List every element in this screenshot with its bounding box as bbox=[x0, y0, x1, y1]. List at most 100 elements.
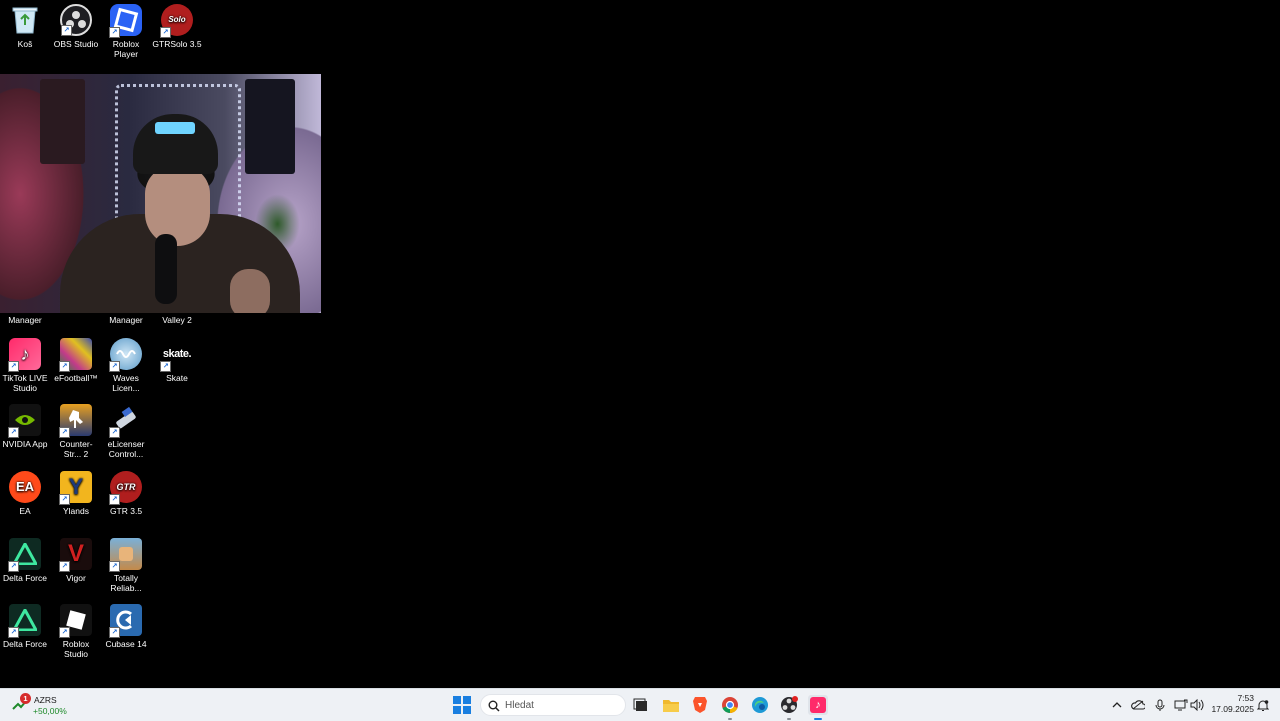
desktop-icon-label: Manager bbox=[8, 315, 42, 325]
desktop-icon-efootball[interactable]: ↗ eFootball™ bbox=[51, 334, 101, 383]
network-icon[interactable] bbox=[1174, 698, 1188, 712]
desktop-icon-ylands[interactable]: Y ↗ Ylands bbox=[51, 467, 101, 516]
acoustic-panel-right bbox=[245, 79, 295, 174]
nvidia-app-icon: ↗ bbox=[8, 404, 41, 438]
desktop-icon-label: Delta Force bbox=[3, 639, 47, 649]
ylands-icon: Y ↗ bbox=[59, 471, 92, 505]
windows-logo-icon bbox=[453, 696, 461, 704]
obs-taskbar-button[interactable] bbox=[779, 695, 799, 720]
desktop-icon-vigor[interactable]: V ↗ Vigor bbox=[51, 534, 101, 583]
shortcut-arrow-icon: ↗ bbox=[109, 494, 120, 505]
ea-icon: EA bbox=[9, 471, 41, 503]
tiktok-live-studio-icon: ♪ ↗ bbox=[8, 338, 41, 372]
vigor-logo-text: V bbox=[67, 540, 84, 567]
notification-bell-icon[interactable] bbox=[1256, 698, 1270, 712]
stock-symbol: AZRS bbox=[34, 695, 57, 705]
shortcut-arrow-icon: ↗ bbox=[8, 361, 19, 372]
acoustic-panel-left bbox=[40, 79, 85, 164]
gtr-logo-text: GTR bbox=[116, 482, 136, 492]
desktop-icon-gtrsolo[interactable]: Solo ↗ GTRSolo 3.5 bbox=[152, 0, 202, 49]
desktop-icon-partial[interactable]: Manager bbox=[0, 315, 50, 325]
desktop-icon-cubase[interactable]: ↗ Cubase 14 bbox=[101, 600, 151, 649]
shortcut-arrow-icon: ↗ bbox=[109, 427, 120, 438]
clock-time: 7:53 bbox=[1237, 693, 1254, 703]
skate-icon: skate. ↗ bbox=[160, 338, 193, 372]
desktop-icon-delta-force[interactable]: ↗ Delta Force bbox=[0, 534, 50, 583]
vigor-icon: V ↗ bbox=[59, 538, 92, 572]
shortcut-arrow-icon: ↗ bbox=[109, 27, 120, 38]
volume-icon[interactable] bbox=[1190, 698, 1204, 712]
windows-logo-icon bbox=[463, 696, 471, 704]
desktop-icon-label: NVIDIA App bbox=[2, 439, 48, 449]
desktop-icon-gtr[interactable]: GTR ↗ GTR 3.5 bbox=[101, 467, 151, 516]
microphone bbox=[155, 234, 177, 304]
desktop-icon-nvidia-app[interactable]: ↗ NVIDIA App bbox=[0, 400, 50, 449]
desktop-icon-counter-strike[interactable]: ↗ Counter-Str... 2 bbox=[51, 400, 101, 459]
counter-strike-icon: ↗ bbox=[59, 404, 92, 438]
desktop-icon-elicenser[interactable]: ↗ eLicenser Control... bbox=[101, 400, 151, 459]
start-button[interactable] bbox=[453, 696, 471, 714]
person-hand bbox=[230, 269, 270, 313]
efootball-icon: ↗ bbox=[59, 338, 92, 372]
delta-force-icon: ↗ bbox=[8, 538, 41, 572]
desktop-icon-label: Skate bbox=[166, 373, 188, 383]
shortcut-arrow-icon: ↗ bbox=[8, 627, 19, 638]
desktop-icon-waves-license[interactable]: ↗ Waves Licen... bbox=[101, 334, 151, 393]
desktop-icon-label: eFootball™ bbox=[54, 373, 98, 383]
desktop-icon-label: Koš bbox=[17, 39, 33, 49]
waves-license-icon: ↗ bbox=[109, 338, 142, 372]
shortcut-arrow-icon: ↗ bbox=[59, 361, 70, 372]
file-explorer-button[interactable] bbox=[661, 695, 681, 715]
taskbar: 1 AZRS +50,00% Hledat ♪ 7:53 17.09.2025 bbox=[0, 688, 1280, 721]
cap-logo bbox=[155, 122, 195, 134]
chrome-icon bbox=[722, 697, 738, 714]
windows-logo-icon bbox=[463, 706, 471, 714]
desktop-icon-partial[interactable]: Valley 2 bbox=[152, 315, 202, 325]
desktop-icon-obs-studio[interactable]: ↗ OBS Studio bbox=[51, 0, 101, 49]
desktop-icon-delta-force-2[interactable]: ↗ Delta Force bbox=[0, 600, 50, 649]
desktop-icon-label: Waves Licen... bbox=[112, 373, 140, 393]
shortcut-arrow-icon: ↗ bbox=[61, 25, 72, 36]
desktop-icon-label: OBS Studio bbox=[53, 39, 99, 49]
shortcut-arrow-icon: ↗ bbox=[8, 561, 19, 572]
desktop-icon-totally-reliable[interactable]: ↗ Totally Reliab... bbox=[101, 534, 151, 593]
stock-change: +50,00% bbox=[33, 706, 67, 716]
shortcut-arrow-icon: ↗ bbox=[109, 561, 120, 572]
desktop-icon-label: Manager bbox=[109, 315, 143, 325]
roblox-player-icon: ↗ bbox=[109, 4, 142, 38]
desktop-icon-label: Counter-Str... 2 bbox=[59, 439, 93, 459]
microphone-icon[interactable] bbox=[1153, 698, 1167, 712]
skate-logo-text: skate. bbox=[162, 348, 192, 360]
brave-button[interactable] bbox=[690, 695, 710, 715]
taskbar-clock[interactable]: 7:53 17.09.2025 bbox=[1208, 693, 1254, 715]
chevron-up-icon[interactable] bbox=[1110, 698, 1124, 712]
file-explorer-icon bbox=[663, 699, 679, 712]
edge-button[interactable] bbox=[750, 695, 770, 715]
desktop-icon-skate[interactable]: skate. ↗ Skate bbox=[152, 334, 202, 383]
chrome-button[interactable] bbox=[720, 695, 740, 720]
person-face bbox=[145, 166, 210, 246]
tiktok-icon: ♪ bbox=[810, 697, 826, 713]
obs-studio-icon: ↗ bbox=[60, 4, 92, 36]
taskbar-search[interactable]: Hledat bbox=[480, 694, 626, 716]
shortcut-arrow-icon: ↗ bbox=[59, 427, 70, 438]
stock-widget[interactable]: 1 AZRS +50,00% bbox=[12, 693, 92, 717]
shortcut-arrow-icon: ↗ bbox=[59, 494, 70, 505]
edge-icon bbox=[752, 697, 768, 713]
desktop-icon-label: Delta Force bbox=[3, 573, 47, 583]
gtr-icon: GTR ↗ bbox=[109, 471, 142, 505]
desktop-icon-label: GTR 3.5 bbox=[109, 506, 143, 516]
brave-icon bbox=[693, 697, 707, 713]
desktop-icon-recycle-bin[interactable]: Koš bbox=[0, 0, 50, 49]
ea-logo-text: EA bbox=[15, 479, 35, 494]
desktop-icon-roblox-player[interactable]: ↗ Roblox Player bbox=[101, 0, 151, 59]
recycle-bin-icon bbox=[9, 4, 41, 36]
desktop-icon-tiktok-live-studio[interactable]: ♪ ↗ TikTok LIVE Studio bbox=[0, 334, 50, 393]
desktop-icon-ea[interactable]: EA EA bbox=[0, 467, 50, 516]
onedrive-icon[interactable] bbox=[1131, 698, 1145, 712]
desktop-icon-roblox-studio[interactable]: ↗ Roblox Studio bbox=[51, 600, 101, 659]
tiktok-taskbar-button[interactable]: ♪ bbox=[808, 695, 828, 720]
clock-date: 17.09.2025 bbox=[1211, 704, 1254, 714]
desktop-icon-partial[interactable]: Manager bbox=[101, 315, 151, 325]
task-view-button[interactable] bbox=[631, 695, 651, 715]
